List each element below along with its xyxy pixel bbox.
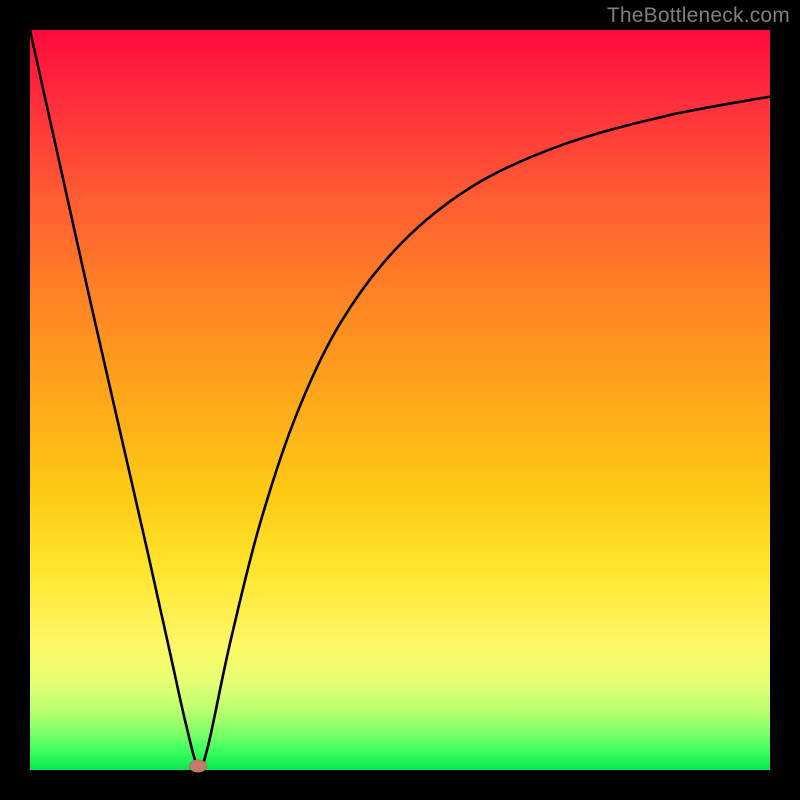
minimum-marker [189,760,207,773]
plot-area [30,30,770,770]
bottleneck-curve-path [30,30,770,768]
attribution-text: TheBottleneck.com [607,4,790,28]
curve-svg [30,30,770,770]
chart-frame: TheBottleneck.com [0,0,800,800]
